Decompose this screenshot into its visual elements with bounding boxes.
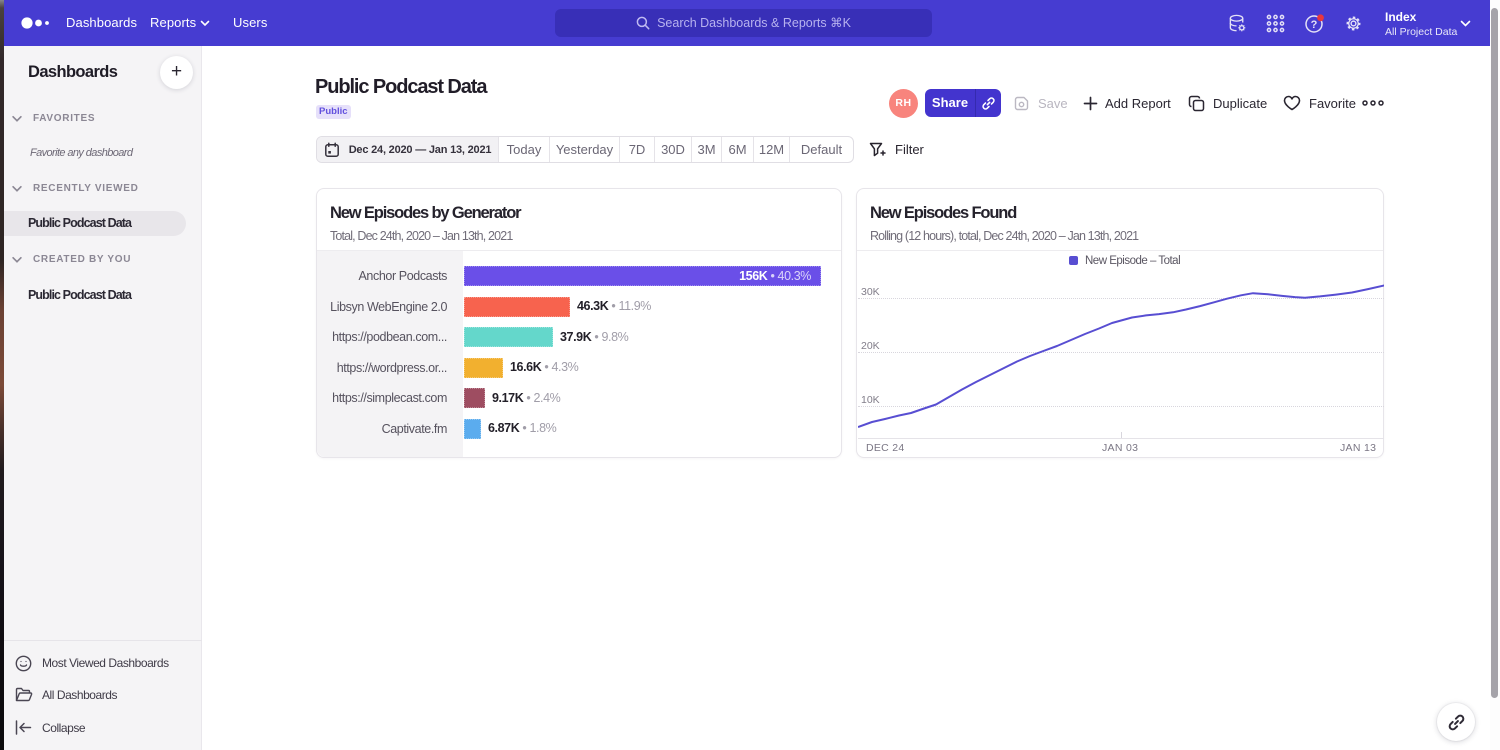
svg-text:?: ? bbox=[1311, 19, 1318, 31]
